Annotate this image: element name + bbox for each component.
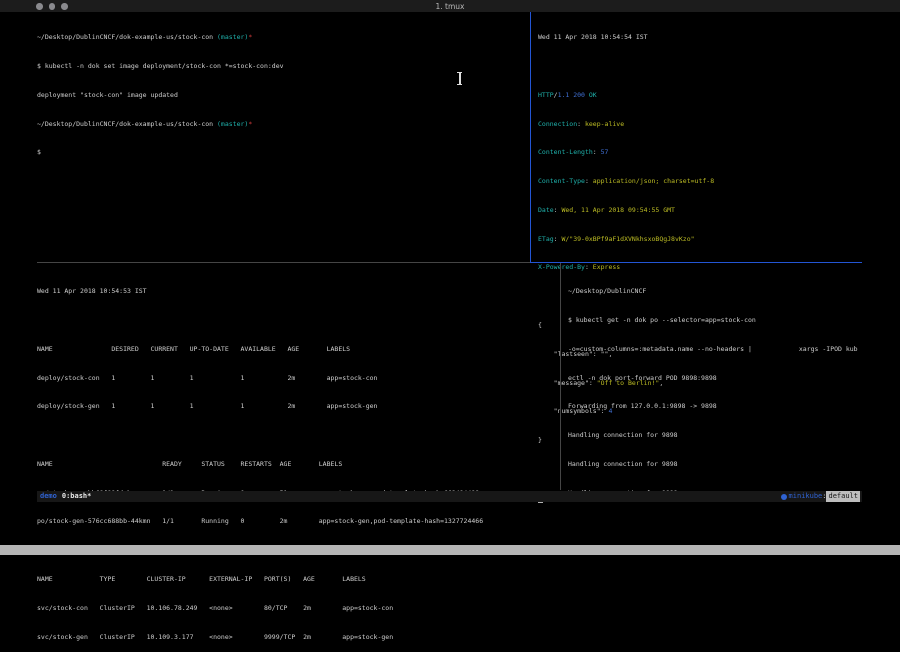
prompt-symbol: $ [37,148,527,158]
git-branch: (master) [213,33,248,41]
http-header-line: Content-Length: 57 [538,148,862,158]
kubernetes-helm-icon [781,494,787,500]
http-status-line: HTTP/1.1 200OK [538,91,862,101]
tmux-status-bar: demo 0:bash* minikube:default [37,491,862,502]
git-dirty-flag: * [248,33,252,41]
http-proto: HTTP [538,91,554,99]
prompt-line: ~/Desktop/DublinCNCF/dok-example-us/stoc… [37,120,527,130]
command-output: deployment "stock-con" image updated [37,91,527,101]
services-table-row: svc/stock-gen ClusterIP 10.109.3.177 <no… [37,633,557,643]
pane-divider-horizontal-left[interactable] [37,262,530,263]
pane-top-left-shell[interactable]: ~/Desktop/DublinCNCF/dok-example-us/stoc… [37,14,527,168]
session-name: demo [40,492,57,500]
kube-context: minikube [789,491,823,502]
command-line: $ kubectl -n dok set image deployment/st… [37,62,527,72]
git-branch: (master) [213,120,248,128]
pods-table-header: NAME READY STATUS RESTARTS AGE LABELS [37,460,557,470]
prompt-line: ~/Desktop/DublinCNCF/dok-example-us/stoc… [37,33,527,43]
window-titlebar: 1. tmux [0,0,900,12]
services-table-header: NAME TYPE CLUSTER-IP EXTERNAL-IP PORT(S)… [37,575,557,585]
status-bar-right: minikube:default [781,491,860,502]
output-line: Handling connection for 9898 [568,460,862,470]
window-title: 1. tmux [0,2,900,11]
pane-divider-vertical-bottom[interactable] [560,263,561,490]
pane-bottom-left-kubectl[interactable]: Wed 11 Apr 2018 10:54:53 IST NAME DESIRE… [37,268,557,652]
http-header-line: Connection: keep-alive [538,120,862,130]
deployments-table-row: deploy/stock-gen 1 1 1 1 2m app=stock-ge… [37,402,557,412]
pane-divider-horizontal-right[interactable] [530,262,862,263]
deployments-table-row: deploy/stock-con 1 1 1 1 2m app=stock-co… [37,374,557,384]
prompt-path: ~/Desktop/DublinCNCF/dok-example-us/stoc… [37,120,213,128]
status-bar-left: demo 0:bash* [40,491,91,502]
desktop-edge [0,545,900,555]
command-line-wrap: ectl -n dok port-forward POD 9898:9898 [568,374,862,384]
http-reason: OK [585,91,597,99]
services-table-row: svc/stock-con ClusterIP 10.106.78.249 <n… [37,604,557,614]
http-version-code: 1.1 200 [558,91,585,99]
output-line: Forwarding from 127.0.0.1:9898 -> 9898 [568,402,862,412]
http-header-line: Content-Type: application/json; charset=… [538,177,862,187]
pods-table-row: po/stock-gen-576cc688bb-44kmn 1/1 Runnin… [37,517,557,527]
mouse-cursor-ibeam [456,71,463,86]
timestamp: Wed 11 Apr 2018 10:54:53 IST [37,287,557,297]
timestamp: Wed 11 Apr 2018 10:54:54 IST [538,33,862,43]
pane-divider-vertical-top[interactable] [530,12,531,263]
git-dirty-flag: * [248,120,252,128]
command-line: $ kubectl get -n dok po --selector=app=s… [568,316,862,326]
http-header-line: ETag: W/"39-0xBPf9aF1dXVNkhsxoBQgJ8vKzo" [538,235,862,245]
pane-bottom-right-portforward[interactable]: ~/Desktop/DublinCNCF $ kubectl get -n do… [568,268,862,508]
prompt-path: ~/Desktop/DublinCNCF/dok-example-us/stoc… [37,33,213,41]
prompt-path: ~/Desktop/DublinCNCF [568,287,862,297]
command-line-wrap: -o=custom-columns=:metadata.name --no-he… [568,345,862,355]
http-header-line: Date: Wed, 11 Apr 2018 09:54:55 GMT [538,206,862,216]
output-line: Handling connection for 9898 [568,431,862,441]
deployments-table-header: NAME DESIRED CURRENT UP-TO-DATE AVAILABL… [37,345,557,355]
kube-namespace: default [826,491,860,502]
window-tab[interactable]: 0:bash* [62,492,92,500]
